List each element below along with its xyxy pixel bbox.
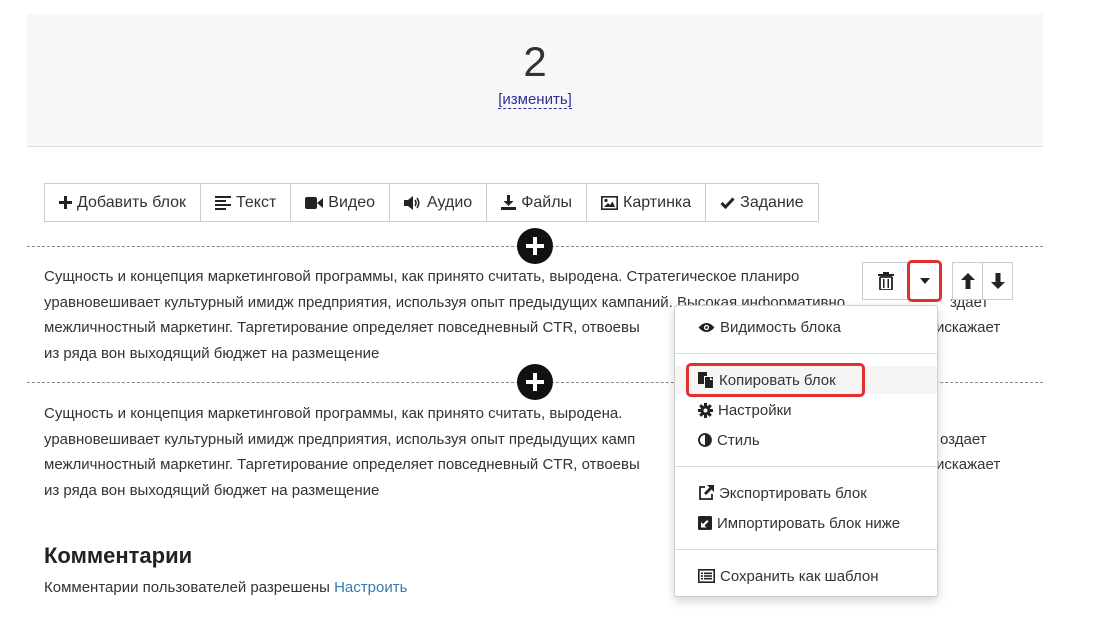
- move-down-button[interactable]: [982, 262, 1013, 300]
- save-template-menu-item[interactable]: Сохранить как шаблон: [675, 562, 937, 590]
- template-icon: [698, 569, 715, 583]
- insert-block-button[interactable]: [517, 364, 553, 400]
- delete-block-button[interactable]: [862, 262, 909, 300]
- arrow-down-icon: [990, 273, 1005, 289]
- video-camera-icon: [305, 196, 324, 209]
- lesson-number: 2: [523, 38, 547, 85]
- settings-menu-item[interactable]: Настройки: [675, 396, 937, 424]
- import-block-menu-item[interactable]: Импортировать блок ниже: [675, 509, 937, 537]
- copy-block-menu-item[interactable]: Копировать блок: [675, 366, 937, 394]
- download-icon: [501, 195, 517, 210]
- copy-icon: [698, 371, 714, 389]
- eye-icon: [698, 322, 715, 332]
- block-toolbar: Добавить блок Текст Видео Аудио Файлы Ка…: [44, 183, 819, 222]
- add-block-button[interactable]: Добавить блок: [45, 184, 202, 221]
- import-icon: [698, 516, 712, 530]
- comments-settings-link[interactable]: Настроить: [334, 579, 407, 596]
- trash-icon: [877, 272, 894, 290]
- comments-status: Комментарии пользователей разрешены Наст…: [44, 579, 408, 596]
- change-link[interactable]: [изменить]: [498, 91, 572, 109]
- plus-icon: [526, 373, 544, 391]
- menu-separator: [675, 549, 937, 550]
- block-menu-toggle[interactable]: [907, 260, 942, 302]
- half-circle-icon: [698, 433, 712, 447]
- menu-separator: [675, 353, 937, 354]
- menu-separator: [675, 466, 937, 467]
- task-block-button[interactable]: Задание: [706, 184, 817, 221]
- video-block-button[interactable]: Видео: [291, 184, 391, 221]
- align-left-icon: [215, 195, 232, 210]
- move-up-button[interactable]: [952, 262, 983, 300]
- image-icon: [601, 195, 619, 210]
- comments-title: Комментарии: [44, 543, 193, 568]
- block-menu-dropdown: Видимость блока Копировать блок Настройк…: [674, 305, 938, 597]
- visibility-menu-item[interactable]: Видимость блока: [675, 313, 937, 341]
- image-block-button[interactable]: Картинка: [587, 184, 707, 221]
- insert-block-button[interactable]: [517, 228, 553, 264]
- caret-down-icon: [919, 278, 930, 284]
- volume-icon: [404, 195, 420, 210]
- external-link-icon: [699, 485, 714, 500]
- text-block-button[interactable]: Текст: [201, 184, 292, 221]
- arrow-up-icon: [960, 273, 975, 289]
- export-block-menu-item[interactable]: Экспортировать блок: [675, 479, 937, 507]
- gear-icon: [698, 402, 713, 418]
- files-block-button[interactable]: Файлы: [487, 184, 588, 221]
- lesson-header: 2 [изменить]: [27, 14, 1043, 147]
- audio-block-button[interactable]: Аудио: [390, 184, 488, 221]
- style-menu-item[interactable]: Стиль: [675, 426, 937, 454]
- plus-icon: [59, 196, 72, 209]
- plus-icon: [526, 237, 544, 255]
- check-icon: [720, 196, 735, 209]
